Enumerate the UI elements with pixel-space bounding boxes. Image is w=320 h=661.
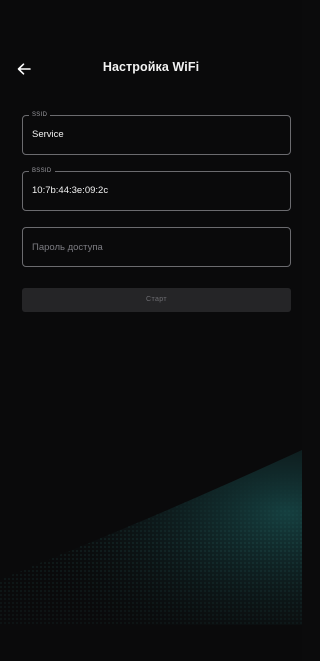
password-field — [22, 227, 291, 267]
bssid-field[interactable]: BSSID 10:7b:44:3e:09:2c — [22, 167, 291, 211]
status-bar — [0, 0, 302, 40]
wifi-setup-screen: Настройка WiFi SSID Service BSSID 10:7b:… — [0, 0, 302, 661]
ssid-field[interactable]: SSID Service — [22, 111, 291, 155]
ssid-value: Service — [32, 129, 64, 140]
background-wave-pattern — [0, 430, 302, 630]
bssid-label: BSSID — [29, 167, 55, 176]
bottom-bar — [0, 625, 302, 661]
start-button[interactable]: Старт — [22, 288, 291, 312]
ssid-label: SSID — [29, 111, 51, 120]
bssid-value: 10:7b:44:3e:09:2c — [32, 185, 109, 196]
password-input[interactable] — [23, 228, 290, 266]
page-title: Настройка WiFi — [102, 60, 200, 74]
app-header: Настройка WiFi — [0, 52, 302, 86]
